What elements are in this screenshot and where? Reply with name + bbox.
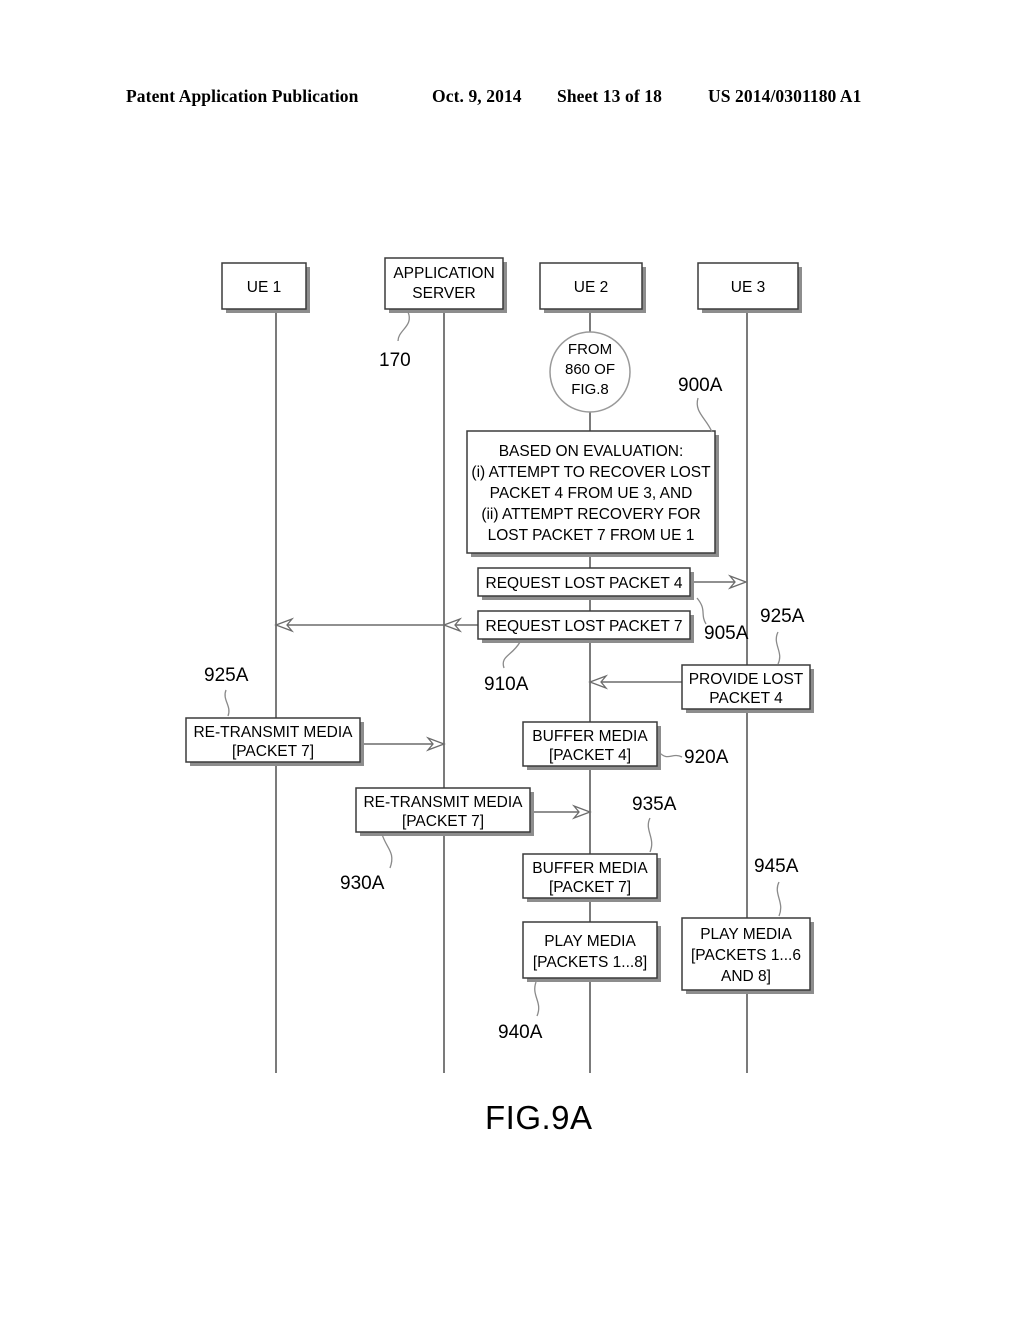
step-915A-line2: PACKET 4 <box>709 690 783 707</box>
message-retransmit-hop-1 <box>364 736 446 752</box>
ref-905A: 905A <box>696 597 749 644</box>
sequence-diagram-figure: UE 1 APPLICATION SERVER UE 2 UE 3 170 FR… <box>0 0 1024 1320</box>
step-930A-box[interactable]: RE-TRANSMIT MEDIA [PACKET 7] <box>355 787 534 836</box>
ref-920A-label: 920A <box>684 747 729 768</box>
connector-circle-from-fig8: FROM 860 OF FIG.8 <box>549 331 631 413</box>
step-900A-line2: (i) ATTEMPT TO RECOVER LOST <box>471 464 711 481</box>
step-920A-line2: [PACKET 4] <box>549 747 631 764</box>
step-940A-box[interactable]: PLAY MEDIA [PACKETS 1...8] <box>522 921 661 982</box>
ref-910A-label: 910A <box>484 674 529 695</box>
ref-915A-label: 925A <box>760 606 805 627</box>
step-925A-line2: [PACKET 7] <box>232 743 314 760</box>
connector-circle-line1: FROM <box>568 341 612 358</box>
entity-ue3-label: UE 3 <box>731 279 765 296</box>
ref-935A-label: 935A <box>632 794 677 815</box>
ref-900A: 900A <box>678 375 723 433</box>
figure-caption: FIG.9A <box>485 1099 593 1136</box>
message-905A[interactable]: REQUEST LOST PACKET 4 <box>477 567 748 600</box>
ref-170: 170 <box>379 311 411 371</box>
message-910A[interactable]: REQUEST LOST PACKET 7 <box>274 610 694 643</box>
step-940A-line1: PLAY MEDIA <box>544 933 636 950</box>
ref-945A-label: 945A <box>754 856 799 877</box>
step-945A-line1: PLAY MEDIA <box>700 926 792 943</box>
step-920A-box[interactable]: BUFFER MEDIA [PACKET 4] <box>522 721 661 770</box>
step-935A-line1: BUFFER MEDIA <box>532 860 648 877</box>
ref-945A: 945A <box>754 856 799 917</box>
ref-170-label: 170 <box>379 350 411 371</box>
ref-940A: 940A <box>498 981 543 1043</box>
ref-920A: 920A <box>658 747 729 768</box>
step-945A-line3: AND 8] <box>721 968 771 985</box>
step-930A-line1: RE-TRANSMIT MEDIA <box>363 794 523 811</box>
ref-930A-label: 930A <box>340 873 385 894</box>
connector-circle-line2: 860 OF <box>565 361 615 378</box>
entity-ue2[interactable]: UE 2 <box>539 262 646 313</box>
entity-ue2-label: UE 2 <box>574 279 608 296</box>
entity-app-server[interactable]: APPLICATION SERVER <box>384 257 507 313</box>
entity-app-server-label-line1: APPLICATION <box>393 265 494 282</box>
step-900A-line5: LOST PACKET 7 FROM UE 1 <box>488 527 695 544</box>
step-925A-line1: RE-TRANSMIT MEDIA <box>193 724 353 741</box>
ref-940A-label: 940A <box>498 1022 543 1043</box>
ref-910A: 910A <box>484 641 529 695</box>
ref-935A: 935A <box>632 794 677 853</box>
step-900A-line3: PACKET 4 FROM UE 3, AND <box>490 485 693 502</box>
ref-905A-label: 905A <box>704 623 749 644</box>
step-945A-box[interactable]: PLAY MEDIA [PACKETS 1...6 AND 8] <box>681 917 814 994</box>
connector-circle-line3: FIG.8 <box>571 381 609 398</box>
entity-ue1[interactable]: UE 1 <box>221 262 310 313</box>
entity-ue1-label: UE 1 <box>247 279 281 296</box>
ref-915A: 925A <box>760 606 805 665</box>
step-900A-line4: (ii) ATTEMPT RECOVERY FOR <box>481 506 700 523</box>
message-retransmit-hop-2 <box>534 804 592 820</box>
step-930A-line2: [PACKET 7] <box>402 813 484 830</box>
entity-app-server-label-line2: SERVER <box>412 285 475 302</box>
step-945A-line2: [PACKETS 1...6 <box>691 947 801 964</box>
step-940A-line2: [PACKETS 1...8] <box>533 954 647 971</box>
step-900A-box[interactable]: BASED ON EVALUATION: (i) ATTEMPT TO RECO… <box>466 430 719 557</box>
ref-900A-label: 900A <box>678 375 723 396</box>
step-925A-box[interactable]: RE-TRANSMIT MEDIA [PACKET 7] <box>185 717 364 766</box>
step-935A-line2: [PACKET 7] <box>549 879 631 896</box>
message-910A-label: REQUEST LOST PACKET 7 <box>486 618 683 635</box>
step-935A-box[interactable]: BUFFER MEDIA [PACKET 7] <box>522 853 661 902</box>
step-900A-line1: BASED ON EVALUATION: <box>499 443 684 460</box>
ref-930A: 930A <box>340 833 393 894</box>
message-905A-label: REQUEST LOST PACKET 4 <box>486 575 683 592</box>
step-920A-line1: BUFFER MEDIA <box>532 728 648 745</box>
entity-ue3[interactable]: UE 3 <box>697 262 802 313</box>
ref-925A: 925A <box>204 665 249 717</box>
step-915A-box[interactable]: PROVIDE LOST PACKET 4 <box>588 664 814 713</box>
ref-925A-label: 925A <box>204 665 249 686</box>
step-915A-line1: PROVIDE LOST <box>689 671 804 688</box>
